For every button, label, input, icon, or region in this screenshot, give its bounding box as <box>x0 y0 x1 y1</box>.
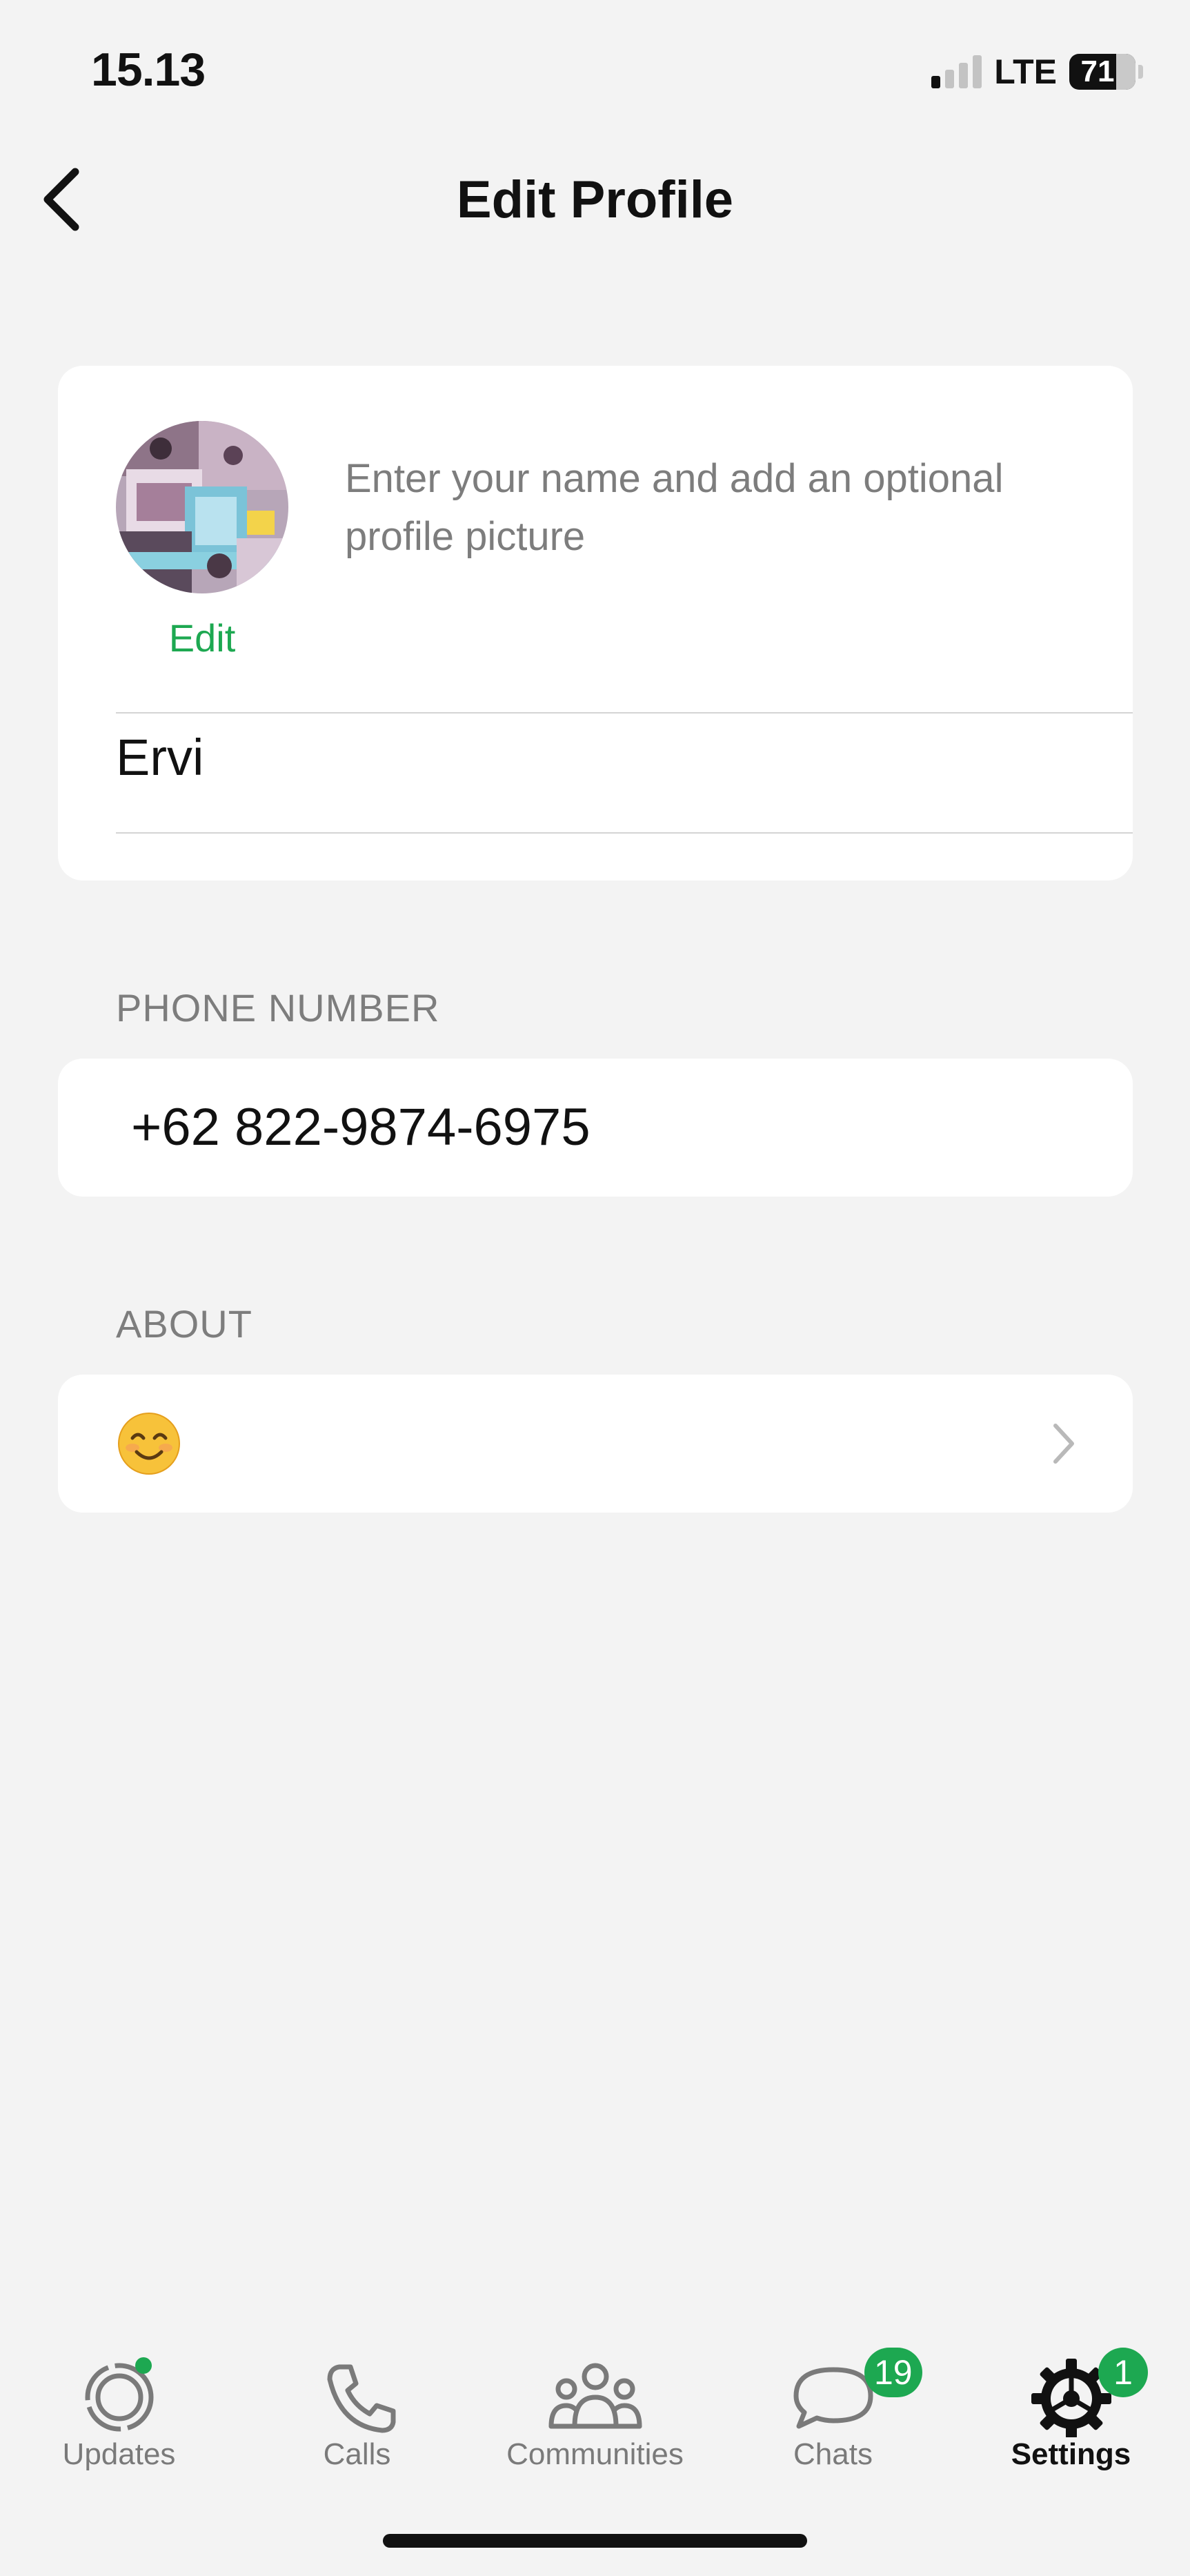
edit-avatar-button[interactable]: Edit <box>116 616 288 660</box>
chevron-right-icon <box>1053 1424 1074 1464</box>
chats-unread-badge: 19 <box>864 2348 922 2397</box>
communities-icon <box>548 2363 642 2429</box>
name-field[interactable] <box>116 712 1082 802</box>
page-title: Edit Profile <box>456 170 734 229</box>
tab-bar: Updates Calls Communities 19 Chats 1 Set… <box>0 2332 1190 2505</box>
tab-label: Communities <box>506 2437 684 2471</box>
status-indicators: LTE 71 <box>931 51 1143 92</box>
cellular-signal-icon <box>931 55 982 88</box>
divider <box>116 832 1133 834</box>
about-row[interactable] <box>58 1375 1133 1513</box>
battery-level: 71 <box>1080 55 1115 88</box>
profile-hint-text: Enter your name and add an optional prof… <box>345 456 1004 559</box>
network-type: LTE <box>994 52 1057 91</box>
battery-icon: 71 <box>1069 54 1136 90</box>
tab-updates[interactable]: Updates <box>0 2332 238 2505</box>
avatar-image <box>116 421 288 593</box>
smiling-face-emoji-icon <box>118 1413 180 1475</box>
home-indicator <box>383 2534 807 2548</box>
battery-tip <box>1138 65 1143 79</box>
tab-label: Calls <box>323 2437 391 2471</box>
tab-calls[interactable]: Calls <box>238 2332 476 2505</box>
phone-number-value: +62 822-9874-6975 <box>131 1098 591 1157</box>
status-time: 15.13 <box>91 43 206 96</box>
profile-avatar[interactable] <box>116 421 288 593</box>
tab-settings[interactable]: 1 Settings <box>952 2332 1190 2505</box>
tab-chats[interactable]: 19 Chats <box>714 2332 952 2505</box>
phone-section-label: PHONE NUMBER <box>116 986 440 1030</box>
tab-label: Updates <box>62 2437 176 2471</box>
settings-badge: 1 <box>1098 2348 1148 2397</box>
about-section-label: ABOUT <box>116 1302 252 1346</box>
tab-label: Settings <box>1011 2437 1131 2471</box>
updates-icon <box>85 2363 153 2432</box>
phone-card: +62 822-9874-6975 <box>58 1059 1133 1197</box>
profile-card: Edit Enter your name and add an optional… <box>58 366 1133 881</box>
status-bar: 15.13 LTE 71 <box>0 0 1190 138</box>
tab-label: Chats <box>793 2437 873 2471</box>
phone-icon <box>327 2364 395 2433</box>
updates-dot <box>135 2357 152 2374</box>
tab-communities[interactable]: Communities <box>476 2332 714 2505</box>
